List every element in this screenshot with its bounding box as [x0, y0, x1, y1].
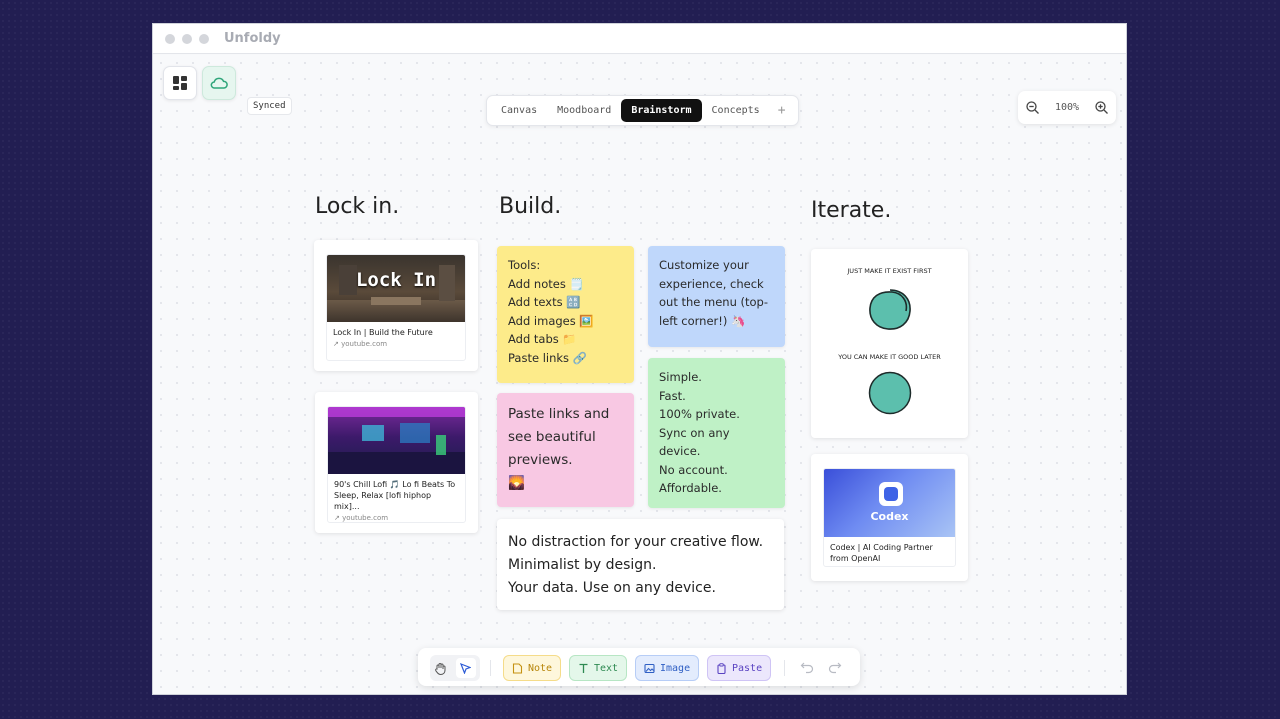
- link-source: ↗ youtube.com: [334, 514, 389, 522]
- image-icon: [644, 663, 655, 674]
- hand-icon[interactable]: [434, 662, 447, 675]
- tab-bar: Canvas Moodboard Brainstorm Concepts +: [486, 95, 799, 126]
- window-close-button[interactable]: [165, 33, 175, 44]
- sync-status-badge: Synced: [247, 97, 292, 115]
- note-text: Paste links and see beautiful previews.: [508, 406, 610, 468]
- mode-switch: [430, 655, 480, 681]
- note-line: Add tabs 📁: [508, 332, 577, 346]
- add-image-button[interactable]: Image: [635, 655, 700, 681]
- image-emoji: 🌄: [508, 475, 525, 491]
- sketch-image-card[interactable]: JUST MAKE IT EXIST FIRST YOU CAN MAKE IT…: [811, 249, 968, 438]
- thumbnail-title: Lock In: [355, 269, 437, 291]
- note-line: 100% private.: [659, 407, 740, 421]
- thumbnail-title: Codex: [870, 510, 909, 523]
- text-line: No distraction for your creative flow.: [508, 534, 764, 550]
- link-thumbnail: Codex: [824, 469, 955, 537]
- sticky-note-paste[interactable]: Paste links and see beautiful previews. …: [497, 393, 634, 507]
- tab-canvas[interactable]: Canvas: [491, 99, 547, 122]
- note-line: Paste links 🔗: [508, 350, 588, 365]
- heading-build: Build.: [499, 194, 562, 219]
- tab-moodboard[interactable]: Moodboard: [547, 99, 621, 122]
- pointer-icon[interactable]: [455, 658, 476, 678]
- link-title: Lock In | Build the Future: [333, 328, 433, 337]
- external-link-icon: ↗: [333, 340, 339, 348]
- note-line: Add notes 🗒️: [508, 276, 584, 291]
- zoom-in-icon[interactable]: [1095, 101, 1108, 114]
- window-minimize-button[interactable]: [182, 33, 192, 44]
- link-card-codex[interactable]: Codex Codex | AI Coding Partner from Ope…: [811, 454, 968, 581]
- menu-button[interactable]: [163, 66, 197, 100]
- add-text-button[interactable]: Text: [569, 655, 628, 681]
- app-title: Unfoldy: [224, 31, 281, 46]
- link-thumbnail: [328, 407, 465, 474]
- paste-label: Paste: [732, 662, 763, 674]
- text-line: Your data. Use on any device.: [508, 580, 716, 596]
- app-window: Unfoldy Synced Canvas Moodboard Brainsto…: [152, 23, 1127, 695]
- note-line: Fast.: [659, 388, 686, 403]
- sketch-caption-bottom: YOU CAN MAKE IT GOOD LATER: [838, 353, 941, 361]
- heading-iterate: Iterate.: [811, 198, 892, 223]
- paste-button[interactable]: Paste: [707, 655, 772, 681]
- text-label: Text: [594, 662, 619, 674]
- tab-concepts[interactable]: Concepts: [702, 99, 770, 122]
- title-bar: Unfoldy: [153, 24, 1126, 54]
- image-label: Image: [660, 662, 691, 674]
- text-line: Minimalist by design.: [508, 557, 657, 573]
- heading-lock-in: Lock in.: [315, 194, 400, 219]
- link-title: Codex | AI Coding Partner from OpenAI: [830, 543, 933, 563]
- note-line: Affordable.: [659, 481, 722, 495]
- text-icon: [578, 663, 589, 674]
- zoom-level: 100%: [1054, 102, 1080, 113]
- link-card-lofi[interactable]: 90's Chill Lofi 🎵 Lo fi Beats To Sleep, …: [315, 392, 478, 533]
- text-card[interactable]: No distraction for your creative flow. M…: [497, 519, 784, 610]
- sticky-note-customize[interactable]: Customize your experience, check out the…: [648, 246, 785, 347]
- note-line: Tools:: [508, 258, 541, 272]
- cloud-icon: [210, 77, 228, 89]
- note-line: Add images 🖼️: [508, 313, 594, 328]
- note-line: Sync on any device.: [659, 425, 730, 459]
- sticky-note-tools[interactable]: Tools: Add notes 🗒️ Add texts 🔠 Add imag…: [497, 246, 634, 383]
- clean-circle-sketch: [868, 371, 912, 415]
- link-card-lock-in[interactable]: Lock In Lock In | Build the Future ↗ you…: [314, 240, 478, 371]
- bottom-toolbar: Note Text Image Paste: [418, 648, 860, 686]
- redo-icon[interactable]: [828, 660, 842, 674]
- clipboard-icon: [716, 662, 727, 674]
- external-link-icon: ↗: [334, 514, 340, 522]
- rough-circle-sketch: [869, 289, 911, 330]
- canvas[interactable]: Synced Canvas Moodboard Brainstorm Conce…: [153, 55, 1126, 694]
- note-line: Simple.: [659, 370, 702, 384]
- sketch-caption-top: JUST MAKE IT EXIST FIRST: [847, 267, 932, 275]
- link-title: 90's Chill Lofi 🎵 Lo fi Beats To Sleep, …: [334, 480, 456, 511]
- sticky-note-features[interactable]: Simple. Fast. 100% private. Sync on any …: [648, 358, 785, 508]
- toolbar-divider: [784, 660, 785, 676]
- tab-brainstorm[interactable]: Brainstorm: [621, 99, 702, 122]
- add-note-button[interactable]: Note: [503, 655, 562, 681]
- zoom-out-icon[interactable]: [1026, 101, 1039, 114]
- toolbar-divider: [490, 660, 491, 676]
- note-text: Customize your experience, check out the…: [659, 258, 769, 328]
- window-maximize-button[interactable]: [199, 33, 209, 44]
- link-source: ↗ youtube.com: [333, 340, 388, 348]
- grid-icon: [173, 76, 187, 90]
- codex-logo-icon: [879, 482, 903, 506]
- zoom-control: 100%: [1018, 91, 1116, 124]
- sync-button[interactable]: [202, 66, 236, 100]
- link-thumbnail: Lock In: [327, 255, 465, 322]
- note-line: No account.: [659, 462, 728, 477]
- note-label: Note: [528, 662, 553, 674]
- add-tab-button[interactable]: +: [770, 99, 794, 122]
- note-line: Add texts 🔠: [508, 295, 581, 309]
- note-icon: [512, 662, 523, 674]
- undo-icon[interactable]: [800, 660, 814, 674]
